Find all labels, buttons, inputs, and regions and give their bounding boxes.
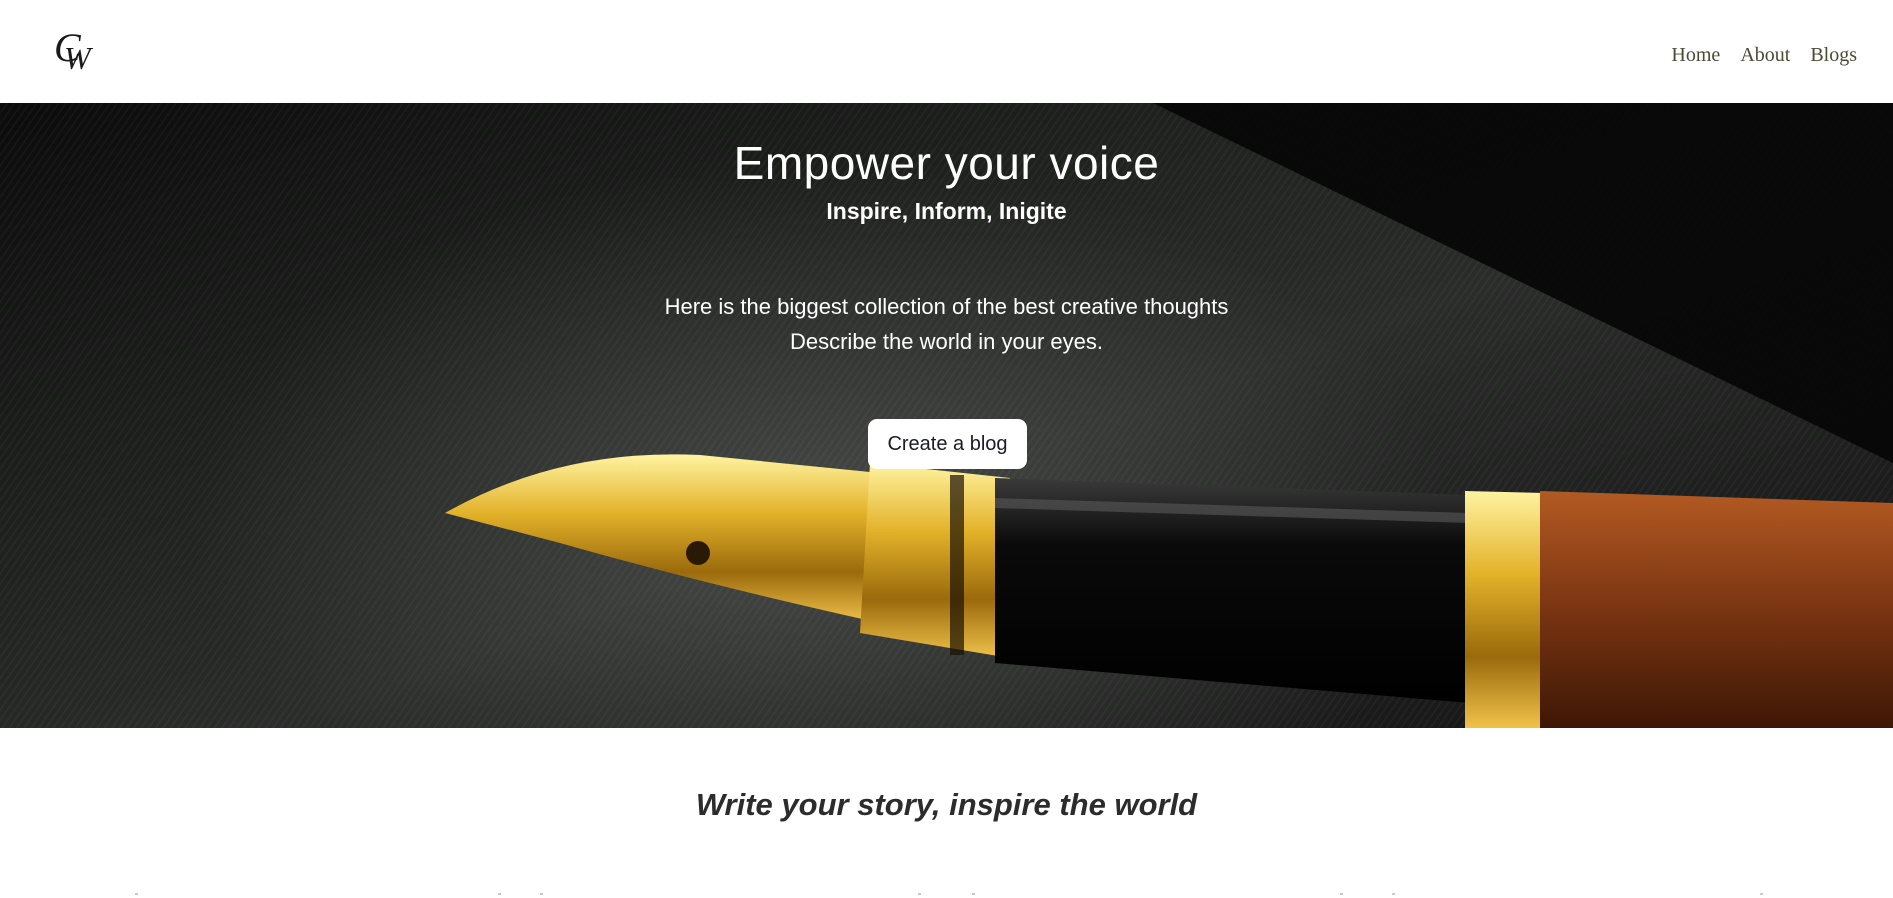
nav-link-blogs[interactable]: Blogs xyxy=(1810,42,1857,68)
nav-link-about[interactable]: About xyxy=(1740,42,1790,68)
site-logo[interactable]: C W xyxy=(50,28,110,78)
main-nav: Home About Blogs xyxy=(1671,42,1857,68)
create-blog-button[interactable]: Create a blog xyxy=(868,419,1027,469)
hero-banner: Empower your voice Inspire, Inform, Inig… xyxy=(0,103,1893,728)
section-divider xyxy=(0,893,1893,897)
hero-description-line: Describe the world in your eyes. xyxy=(789,329,1104,354)
hero-title: Empower your voice xyxy=(733,137,1160,189)
hero-description-line: Here is the biggest collection of the be… xyxy=(664,294,1229,319)
hero-description: Here is the biggest collection of the be… xyxy=(0,289,1893,359)
section-tagline: Write your story, inspire the world xyxy=(695,787,1198,822)
nav-link-home[interactable]: Home xyxy=(1671,42,1720,68)
navbar: C W Home About Blogs xyxy=(0,0,1893,103)
hero-subtitle: Inspire, Inform, Inigite xyxy=(826,198,1067,224)
